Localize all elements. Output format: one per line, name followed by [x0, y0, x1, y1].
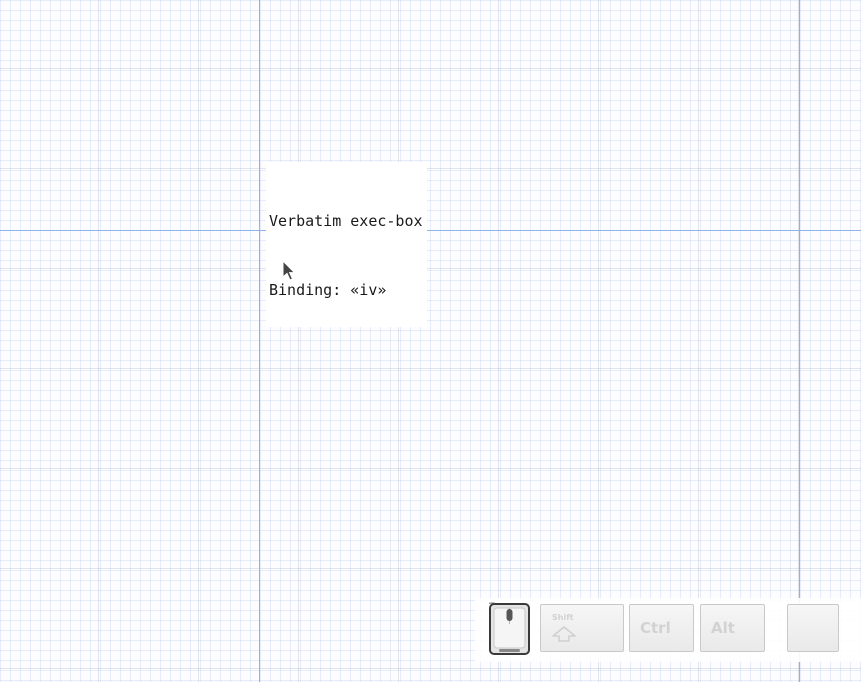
pointer-arrow-icon: [282, 260, 296, 281]
blank-key: [787, 604, 839, 652]
verbatim-exec-box[interactable]: Verbatim exec-box Binding: «iv»: [266, 162, 427, 327]
ctrl-key: Ctrl: [629, 604, 694, 652]
alt-key-label: Alt: [711, 619, 735, 637]
exec-box-binding: Binding: «iv»: [269, 281, 387, 299]
shift-key-label: Shift: [552, 613, 574, 622]
guide-line-horizontal: [0, 230, 861, 231]
exec-box-title: Verbatim exec-box: [269, 212, 423, 230]
alt-key: Alt: [700, 604, 765, 652]
guide-line-vertical-right: [799, 0, 800, 682]
graph-paper-canvas[interactable]: [0, 0, 861, 682]
guide-line-vertical-left: [259, 0, 260, 682]
ctrl-key-label: Ctrl: [640, 619, 671, 637]
mouse-icon: [489, 602, 530, 655]
shift-arrow-icon: [552, 626, 576, 642]
shift-key: Shift: [540, 604, 624, 652]
